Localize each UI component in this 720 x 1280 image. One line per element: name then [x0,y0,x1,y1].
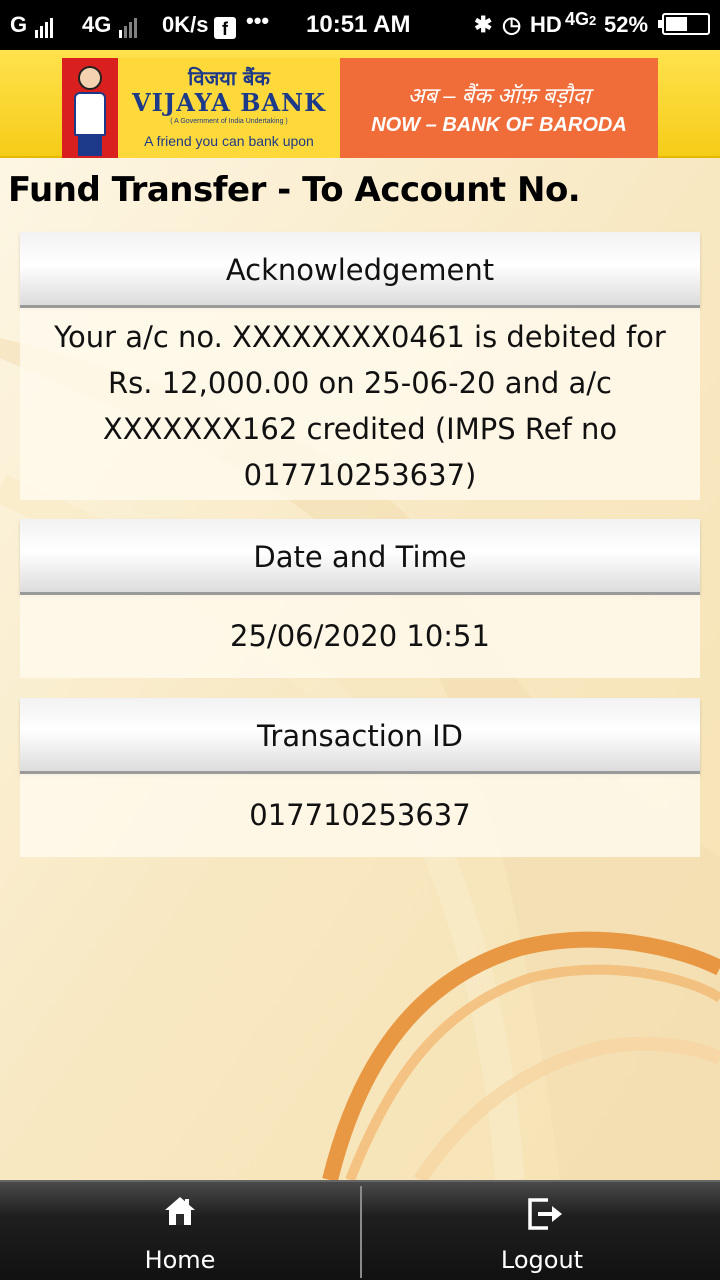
merger-notice: अब – बैंक ऑफ़ बड़ौदा NOW – BANK OF BAROD… [340,58,658,158]
ack-line: XXXXXXX162 credited (IMPS Ref no [102,412,618,446]
acknowledgement-card: Acknowledgement Your a/c no. XXXXXXXX046… [20,232,700,500]
signal-bars-icon [117,12,138,38]
mascot-icon [62,58,118,158]
acknowledgement-heading: Acknowledgement [20,232,700,308]
home-icon [165,1197,195,1225]
ack-line: Rs. 12,000.00 on 25-06-20 and a/c [108,366,612,400]
lte-indicator: 4G2 [565,9,596,30]
logout-label: Logout [500,1246,584,1274]
signal-bars-icon [33,12,54,38]
transaction-id-value: 017710253637 [20,774,700,857]
bluetooth-icon: ✱ [474,12,493,37]
battery-percent: 52% [604,12,649,37]
date-time-heading: Date and Time [20,519,700,595]
transaction-heading: Transaction ID [20,698,700,774]
alarm-icon: ◷ [502,12,522,37]
lte-sub: 2 [589,13,597,28]
lte-label: 4G [565,9,590,29]
bank-name: VIJAYA BANK [132,88,326,117]
hd-indicator: HD [530,12,562,37]
signal-sim1: G [10,12,54,38]
merger-hindi: अब – बैंक ऑफ़ बड़ौदा [407,83,591,108]
ack-line: 017710253637) [243,458,477,492]
network-speed: 0K/s [162,12,209,37]
bank-banner: विजया बैंक VIJAYA BANK ( A Government of… [0,50,720,158]
home-button[interactable]: Home [0,1182,360,1280]
home-label: Home [144,1246,216,1274]
more-notifications-icon: ••• [246,8,270,33]
clock: 10:51 AM [306,11,411,38]
merger-english: NOW – BANK OF BARODA [371,114,627,136]
sim2-label: 4G [82,12,112,37]
vijaya-bank-logo: विजया बैंक VIJAYA BANK ( A Government of… [62,58,340,158]
sim1-label: G [10,12,28,37]
facebook-icon: f [214,12,236,39]
status-bar: G 4G 0K/s f ••• 10:51 AM ✱ ◷ HD 4G2 52% [0,0,720,50]
bottom-nav: Home Logout [0,1180,720,1280]
battery-outline [658,13,710,35]
battery-fill [666,17,687,31]
date-time-card: Date and Time 25/06/2020 10:51 [20,519,700,678]
transaction-card: Transaction ID 017710253637 [20,698,700,857]
bank-tagline: A friend you can bank upon [144,133,314,149]
bank-gov-note: ( A Government of India Undertaking ) [170,118,288,125]
page-title: Fund Transfer - To Account No. [8,170,581,210]
facebook-glyph: f [214,17,236,39]
logout-icon [528,1198,562,1230]
battery-icon [656,11,710,37]
bank-name-hindi: विजया बैंक [188,66,270,90]
ack-line: Your a/c no. XXXXXXXX0461 is debited for [54,320,666,354]
date-time-value: 25/06/2020 10:51 [20,595,700,678]
acknowledgement-message: Your a/c no. XXXXXXXX0461 is debited for… [20,308,700,500]
signal-sim2: 4G [82,12,138,38]
logout-button[interactable]: Logout [362,1182,720,1280]
